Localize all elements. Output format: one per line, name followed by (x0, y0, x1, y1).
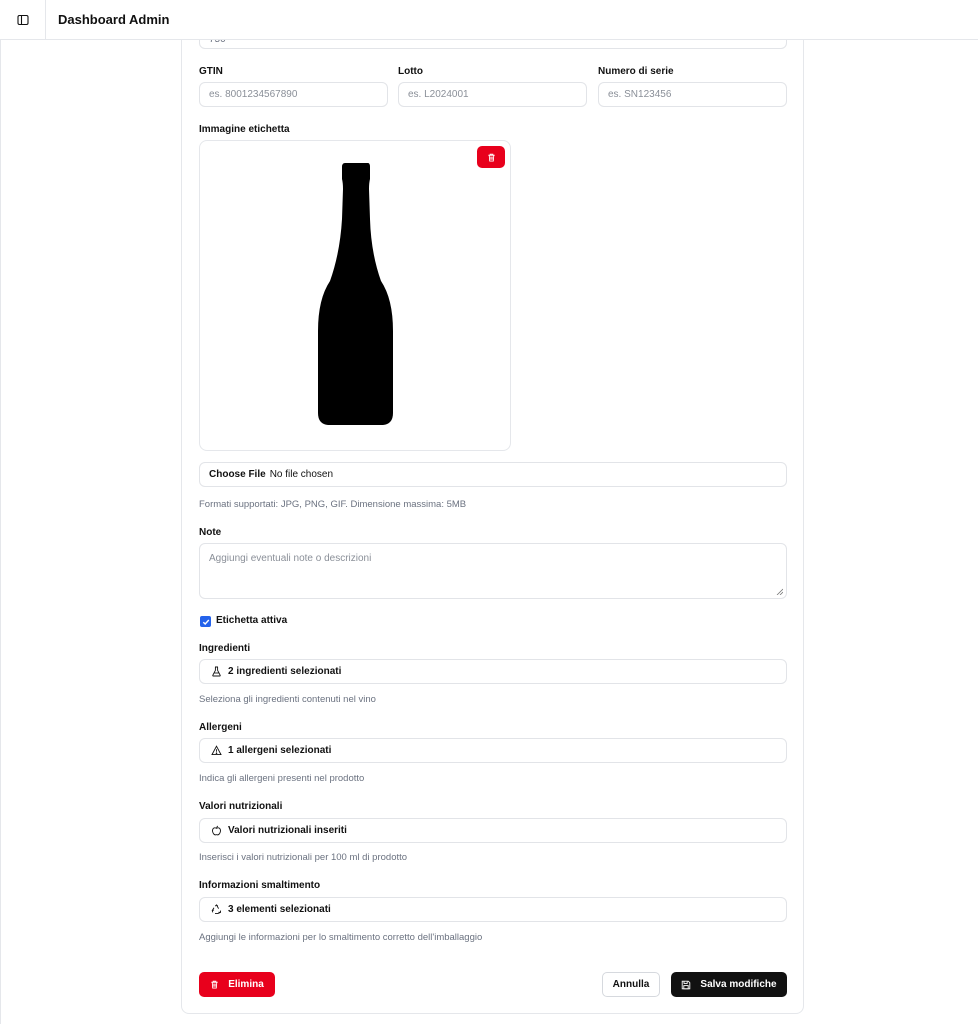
choose-file-button[interactable]: Choose File (209, 469, 266, 480)
sidebar-toggle-button[interactable] (0, 0, 46, 39)
label-image-preview (199, 140, 511, 451)
allergens-value: 1 allergeni selezionati (228, 745, 332, 756)
allergens-hint: Indica gli allergeni presenti nel prodot… (199, 773, 365, 784)
sidebar-edge (0, 40, 1, 1024)
disposal-value: 3 elementi selezionati (228, 904, 331, 915)
save-button[interactable]: Salva modifiche (671, 972, 787, 997)
apple-icon (211, 825, 222, 836)
trash-icon (211, 980, 218, 989)
sidebar-toggle-icon (16, 14, 29, 25)
file-status: No file chosen (269, 469, 334, 480)
top-bar: Dashboard Admin (0, 0, 978, 40)
check-icon (202, 619, 209, 625)
lotto-placeholder: es. L2024001 (408, 89, 469, 100)
active-checkbox-label: Etichetta attiva (216, 615, 288, 626)
warning-icon (211, 745, 222, 756)
nutrition-value: Valori nutrizionali inseriti (228, 825, 347, 836)
resize-handle-icon[interactable] (776, 588, 783, 595)
save-icon (682, 980, 691, 989)
ingredients-hint: Seleziona gli ingredienti contenuti nel … (199, 694, 376, 705)
save-button-label: Salva modifiche (700, 979, 777, 990)
gtin-placeholder: es. 8001234567890 (209, 89, 298, 100)
ingredients-label: Ingredienti (199, 643, 251, 654)
delete-button[interactable]: Elimina (199, 972, 275, 997)
disposal-select[interactable]: 3 elementi selezionati (199, 897, 787, 922)
cancel-button[interactable]: Annulla (602, 972, 660, 997)
serial-input[interactable]: es. SN123456 (598, 82, 787, 107)
file-input[interactable]: Choose File No file chosen (199, 462, 787, 487)
gtin-input[interactable]: es. 8001234567890 (199, 82, 388, 107)
serial-label: Numero di serie (598, 66, 674, 77)
nutrition-label: Valori nutrizionali (199, 801, 283, 812)
active-checkbox[interactable] (200, 616, 211, 627)
page-title: Dashboard Admin (58, 12, 170, 27)
allergens-select[interactable]: 1 allergeni selezionati (199, 738, 787, 763)
image-hint: Formati supportati: JPG, PNG, GIF. Dimen… (199, 499, 467, 510)
cancel-button-label: Annulla (612, 979, 650, 990)
ingredients-select[interactable]: 2 ingredienti selezionati (199, 659, 787, 684)
delete-image-button[interactable] (477, 146, 505, 168)
nutrition-select[interactable]: Valori nutrizionali inseriti (199, 818, 787, 843)
flask-icon (211, 666, 222, 677)
gtin-label: GTIN (199, 66, 223, 77)
allergens-label: Allergeni (199, 722, 242, 733)
recycle-icon (211, 904, 222, 915)
image-label: Immagine etichetta (199, 124, 290, 135)
lotto-label: Lotto (398, 66, 423, 77)
serial-placeholder: es. SN123456 (608, 89, 672, 100)
disposal-label: Informazioni smaltimento (199, 880, 321, 891)
note-textarea[interactable]: Aggiungi eventuali note o descrizioni (199, 543, 787, 599)
lotto-input[interactable]: es. L2024001 (398, 82, 587, 107)
nutrition-hint: Inserisci i valori nutrizionali per 100 … (199, 852, 408, 863)
trash-icon (487, 153, 495, 162)
note-label: Note (199, 527, 222, 538)
note-placeholder: Aggiungi eventuali note o descrizioni (209, 553, 372, 564)
wine-bottle-image (318, 163, 393, 425)
ingredients-value: 2 ingredienti selezionati (228, 666, 342, 677)
disposal-hint: Aggiungi le informazioni per lo smaltime… (199, 932, 483, 943)
delete-button-label: Elimina (228, 979, 264, 990)
